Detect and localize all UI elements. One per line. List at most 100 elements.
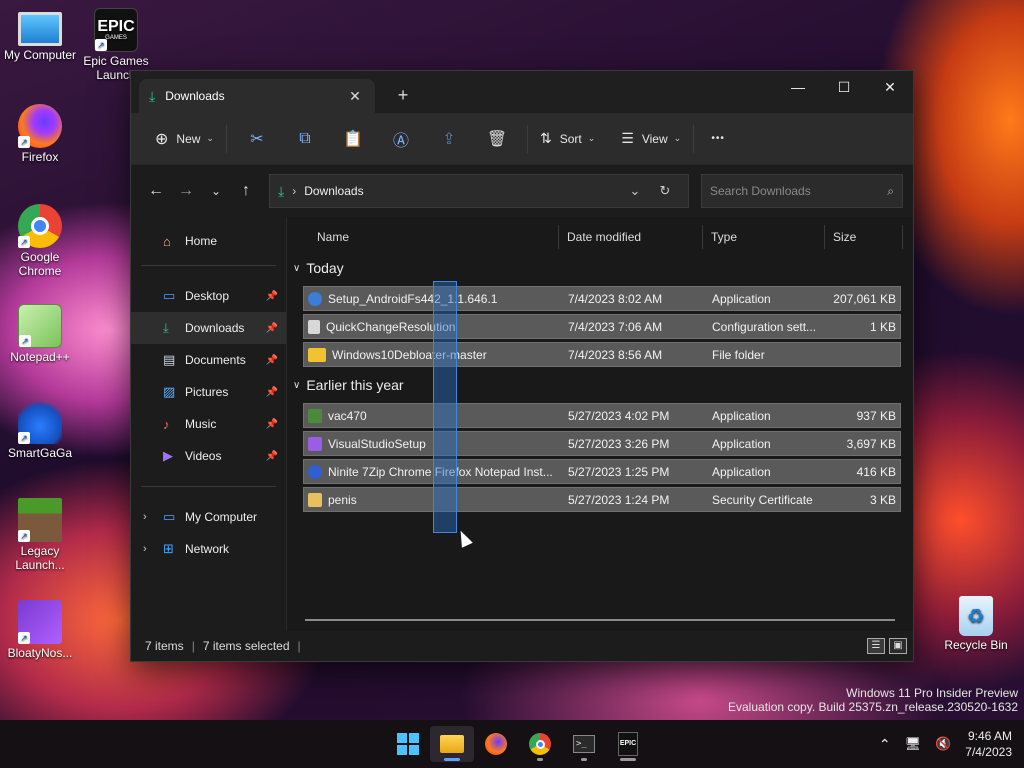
pin-icon: 📌 [265, 354, 278, 366]
application-icon [308, 291, 322, 306]
sort-button[interactable]: ⇅ Sort ⌄ [534, 122, 601, 156]
sidebar-item-label: Music [185, 417, 217, 431]
chevron-right-icon[interactable]: › [143, 511, 147, 523]
chevron-right-icon[interactable]: › [143, 543, 147, 555]
table-row[interactable]: VisualStudioSetup 5/27/2023 3:26 PM Appl… [303, 431, 901, 456]
delete-button[interactable]: 🗑 [473, 122, 521, 156]
recycle-bin-icon: ♻ [959, 596, 993, 636]
desktop-icon-bloatynosy[interactable]: ↗ BloatyNos... [0, 600, 80, 660]
details-view-button[interactable]: ☰ [867, 638, 885, 654]
plus-circle-icon: ⊕ [155, 130, 169, 148]
desktop-icon-smartgaga[interactable]: ↗ SmartGaGa [0, 400, 80, 460]
paste-button[interactable]: 📋 [329, 122, 377, 156]
explorer-body: ⌂ Home ▭ Desktop 📌 ⤓ Downloads 📌 ▤ Docum… [131, 217, 913, 631]
scissors-icon: ✂ [250, 130, 264, 148]
sidebar-item-my-computer[interactable]: › ▭ My Computer [131, 501, 286, 533]
close-window-button[interactable]: ✕ [867, 71, 913, 103]
sidebar-item-music[interactable]: ♪ Music 📌 [131, 408, 286, 440]
pin-icon: 📌 [265, 450, 278, 462]
chevron-down-icon: ⌄ [587, 133, 596, 143]
sidebar-item-documents[interactable]: ▤ Documents 📌 [131, 344, 286, 376]
column-date-modified[interactable]: Date modified [559, 225, 703, 249]
shortcut-arrow-icon: ↗ [18, 136, 30, 148]
chevron-down-icon: ⌄ [673, 133, 682, 143]
video-icon: ▶ [163, 448, 173, 463]
address-dropdown-icon[interactable]: ⌄ [620, 183, 650, 199]
taskbar-chrome[interactable] [518, 726, 562, 762]
sidebar-item-desktop[interactable]: ▭ Desktop 📌 [131, 280, 286, 312]
table-row[interactable]: Ninite 7Zip Chrome Firefox Notepad Inst.… [303, 459, 901, 484]
group-today[interactable]: ∨ Today [287, 253, 913, 283]
shortcut-arrow-icon: ↗ [19, 335, 31, 347]
group-label: Earlier this year [306, 377, 404, 393]
close-tab-icon[interactable]: ✕ [345, 88, 365, 105]
tab-downloads[interactable]: ⤓ Downloads ✕ [139, 79, 375, 113]
taskbar-file-explorer[interactable] [430, 726, 474, 762]
running-indicator [620, 758, 636, 761]
desktop-icon-label: Legacy Launch... [15, 544, 65, 572]
chevron-up-icon[interactable]: ⌃ [879, 736, 891, 753]
desktop-icon-my-computer[interactable]: My Computer [0, 8, 80, 62]
clock-date: 7/4/2023 [965, 745, 1012, 759]
column-type[interactable]: Type [703, 225, 825, 249]
horizontal-scrollbar[interactable] [305, 619, 895, 621]
copy-button[interactable]: ⧉ [281, 122, 329, 156]
refresh-icon[interactable]: ↻ [650, 183, 680, 199]
file-name: VisualStudioSetup [328, 436, 426, 451]
clock[interactable]: 9:46 AM 7/4/2023 [965, 728, 1012, 760]
table-row[interactable]: QuickChangeResolution 7/4/2023 7:06 AM C… [303, 314, 901, 339]
group-earlier-this-year[interactable]: ∨ Earlier this year [287, 370, 913, 400]
table-row[interactable]: Setup_AndroidFs442_1.1.646.1 7/4/2023 8:… [303, 286, 901, 311]
shortcut-arrow-icon: ↗ [18, 530, 30, 542]
file-size: 937 KB [856, 408, 896, 423]
application-icon [308, 464, 322, 479]
search-input[interactable]: Search Downloads ⌕ [701, 174, 903, 208]
new-button[interactable]: ⊕ New ⌄ [149, 122, 220, 156]
breadcrumb-downloads[interactable]: Downloads [304, 184, 363, 198]
forward-button[interactable]: → [171, 176, 201, 206]
volume-muted-icon[interactable]: 🔇 [935, 736, 951, 752]
table-row[interactable]: Windows10Debloater-master 7/4/2023 8:56 … [303, 342, 901, 367]
table-row[interactable]: vac470 5/27/2023 4:02 PM Application 937… [303, 403, 901, 428]
sidebar-item-videos[interactable]: ▶ Videos 📌 [131, 440, 286, 472]
sidebar-item-downloads[interactable]: ⤓ Downloads 📌 [131, 312, 286, 344]
tiles-view-button[interactable]: ▣ [889, 638, 907, 654]
recent-locations-button[interactable]: ⌄ [201, 176, 231, 206]
sidebar-divider [141, 486, 276, 487]
more-options-button[interactable]: ••• [700, 122, 736, 156]
sidebar-item-network[interactable]: › ⊞ Network [131, 533, 286, 565]
network-icon[interactable]: 🖥 [905, 736, 922, 752]
desktop-icon-firefox[interactable]: ↗ Firefox [0, 104, 80, 164]
picture-icon: ▨ [163, 384, 176, 399]
rename-button[interactable]: Ⓐ [377, 122, 425, 156]
taskbar-apps: >_ EPIC [386, 726, 650, 762]
up-button[interactable]: ↑ [231, 176, 261, 206]
desktop-icon-chrome[interactable]: ↗ Google Chrome [0, 204, 80, 278]
column-name[interactable]: Name [287, 225, 559, 249]
column-size[interactable]: Size [825, 225, 903, 249]
taskbar-firefox[interactable] [474, 726, 518, 762]
view-toggles: ☰ ▣ [867, 638, 907, 654]
view-button[interactable]: ☰ View ⌄ [615, 122, 687, 156]
maximize-button[interactable]: ☐ [821, 71, 867, 103]
desktop-icon-legacy-launcher[interactable]: ↗ Legacy Launch... [0, 498, 80, 572]
start-button[interactable] [386, 726, 430, 762]
new-tab-button[interactable]: + [393, 85, 413, 106]
table-row[interactable]: penis 5/27/2023 1:24 PM Security Certifi… [303, 487, 901, 512]
sidebar-item-pictures[interactable]: ▨ Pictures 📌 [131, 376, 286, 408]
desktop-icon-notepadpp[interactable]: ↗ Notepad++ [0, 304, 80, 364]
sidebar-item-label: Network [185, 542, 230, 556]
taskbar-terminal[interactable]: >_ [562, 726, 606, 762]
desktop-icon-recycle-bin[interactable]: ♻ Recycle Bin [936, 596, 1016, 652]
taskbar-epic-games[interactable]: EPIC [606, 726, 650, 762]
cut-button[interactable]: ✂ [233, 122, 281, 156]
share-button[interactable]: ⇪ [425, 122, 473, 156]
window-controls: — ☐ ✕ [775, 71, 913, 103]
file-date: 5/27/2023 3:26 PM [568, 436, 670, 451]
sidebar-item-home[interactable]: ⌂ Home [131, 225, 286, 257]
minimize-button[interactable]: — [775, 71, 821, 103]
address-bar[interactable]: ⤓ › Downloads ⌄ ↻ [269, 174, 689, 208]
desktop-icon-label: Google Chrome [18, 250, 62, 278]
back-button[interactable]: ← [141, 176, 171, 206]
system-tray: ⌃ 🖥 🔇 9:46 AM 7/4/2023 [879, 728, 1012, 760]
